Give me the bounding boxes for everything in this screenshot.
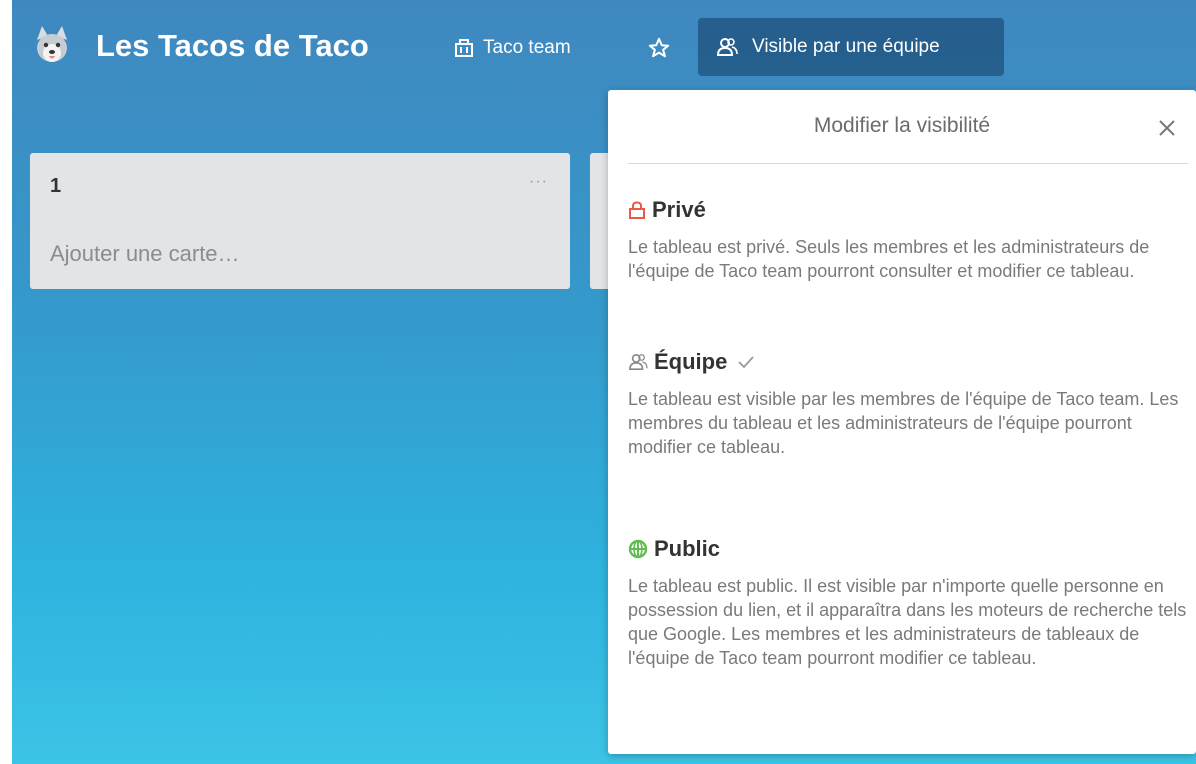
team-icon xyxy=(716,37,738,57)
lock-icon xyxy=(628,201,646,219)
option-description: Le tableau est visible par les membres d… xyxy=(628,389,1179,457)
visibility-option-public[interactable]: Public Le tableau est public. Il est vis… xyxy=(628,534,1188,670)
list: 1 ··· Ajouter une carte… xyxy=(30,153,570,289)
list-menu-button[interactable]: ··· xyxy=(529,173,548,191)
checkmark-icon xyxy=(737,355,755,369)
option-name: Équipe xyxy=(654,349,728,374)
option-description: Le tableau est privé. Seuls les membres … xyxy=(628,237,1150,281)
building-icon xyxy=(455,39,473,57)
add-card-button[interactable]: Ajouter une carte… xyxy=(50,241,240,267)
husky-logo-icon[interactable] xyxy=(34,26,70,66)
star-button[interactable] xyxy=(648,20,670,76)
team-name: Taco team xyxy=(483,37,571,58)
team-link[interactable]: Taco team xyxy=(455,20,571,76)
close-icon[interactable] xyxy=(1154,115,1180,141)
team-icon xyxy=(628,353,648,371)
option-description: Le tableau est public. Il est visible pa… xyxy=(628,576,1187,668)
visibility-option-team[interactable]: Équipe Le tableau est visible par les me… xyxy=(628,347,1188,459)
visibility-label: Visible par une équipe xyxy=(752,36,940,57)
option-name: Privé xyxy=(652,197,706,222)
visibility-option-private[interactable]: Privé Le tableau est privé. Seuls les me… xyxy=(628,195,1188,283)
star-icon xyxy=(648,37,670,59)
visibility-button[interactable]: Visible par une équipe xyxy=(698,18,1004,76)
option-name: Public xyxy=(654,536,721,561)
list-title[interactable]: 1 xyxy=(50,175,61,198)
popover-title: Modifier la visibilité xyxy=(813,114,991,137)
board-title[interactable]: Les Tacos de Taco xyxy=(96,26,369,66)
board-header: Les Tacos de Taco Taco team Visible par … xyxy=(0,0,1196,80)
popover-divider xyxy=(628,163,1188,164)
globe-icon xyxy=(628,539,648,559)
visibility-popover: Modifier la visibilité Privé Le tableau … xyxy=(608,90,1196,754)
